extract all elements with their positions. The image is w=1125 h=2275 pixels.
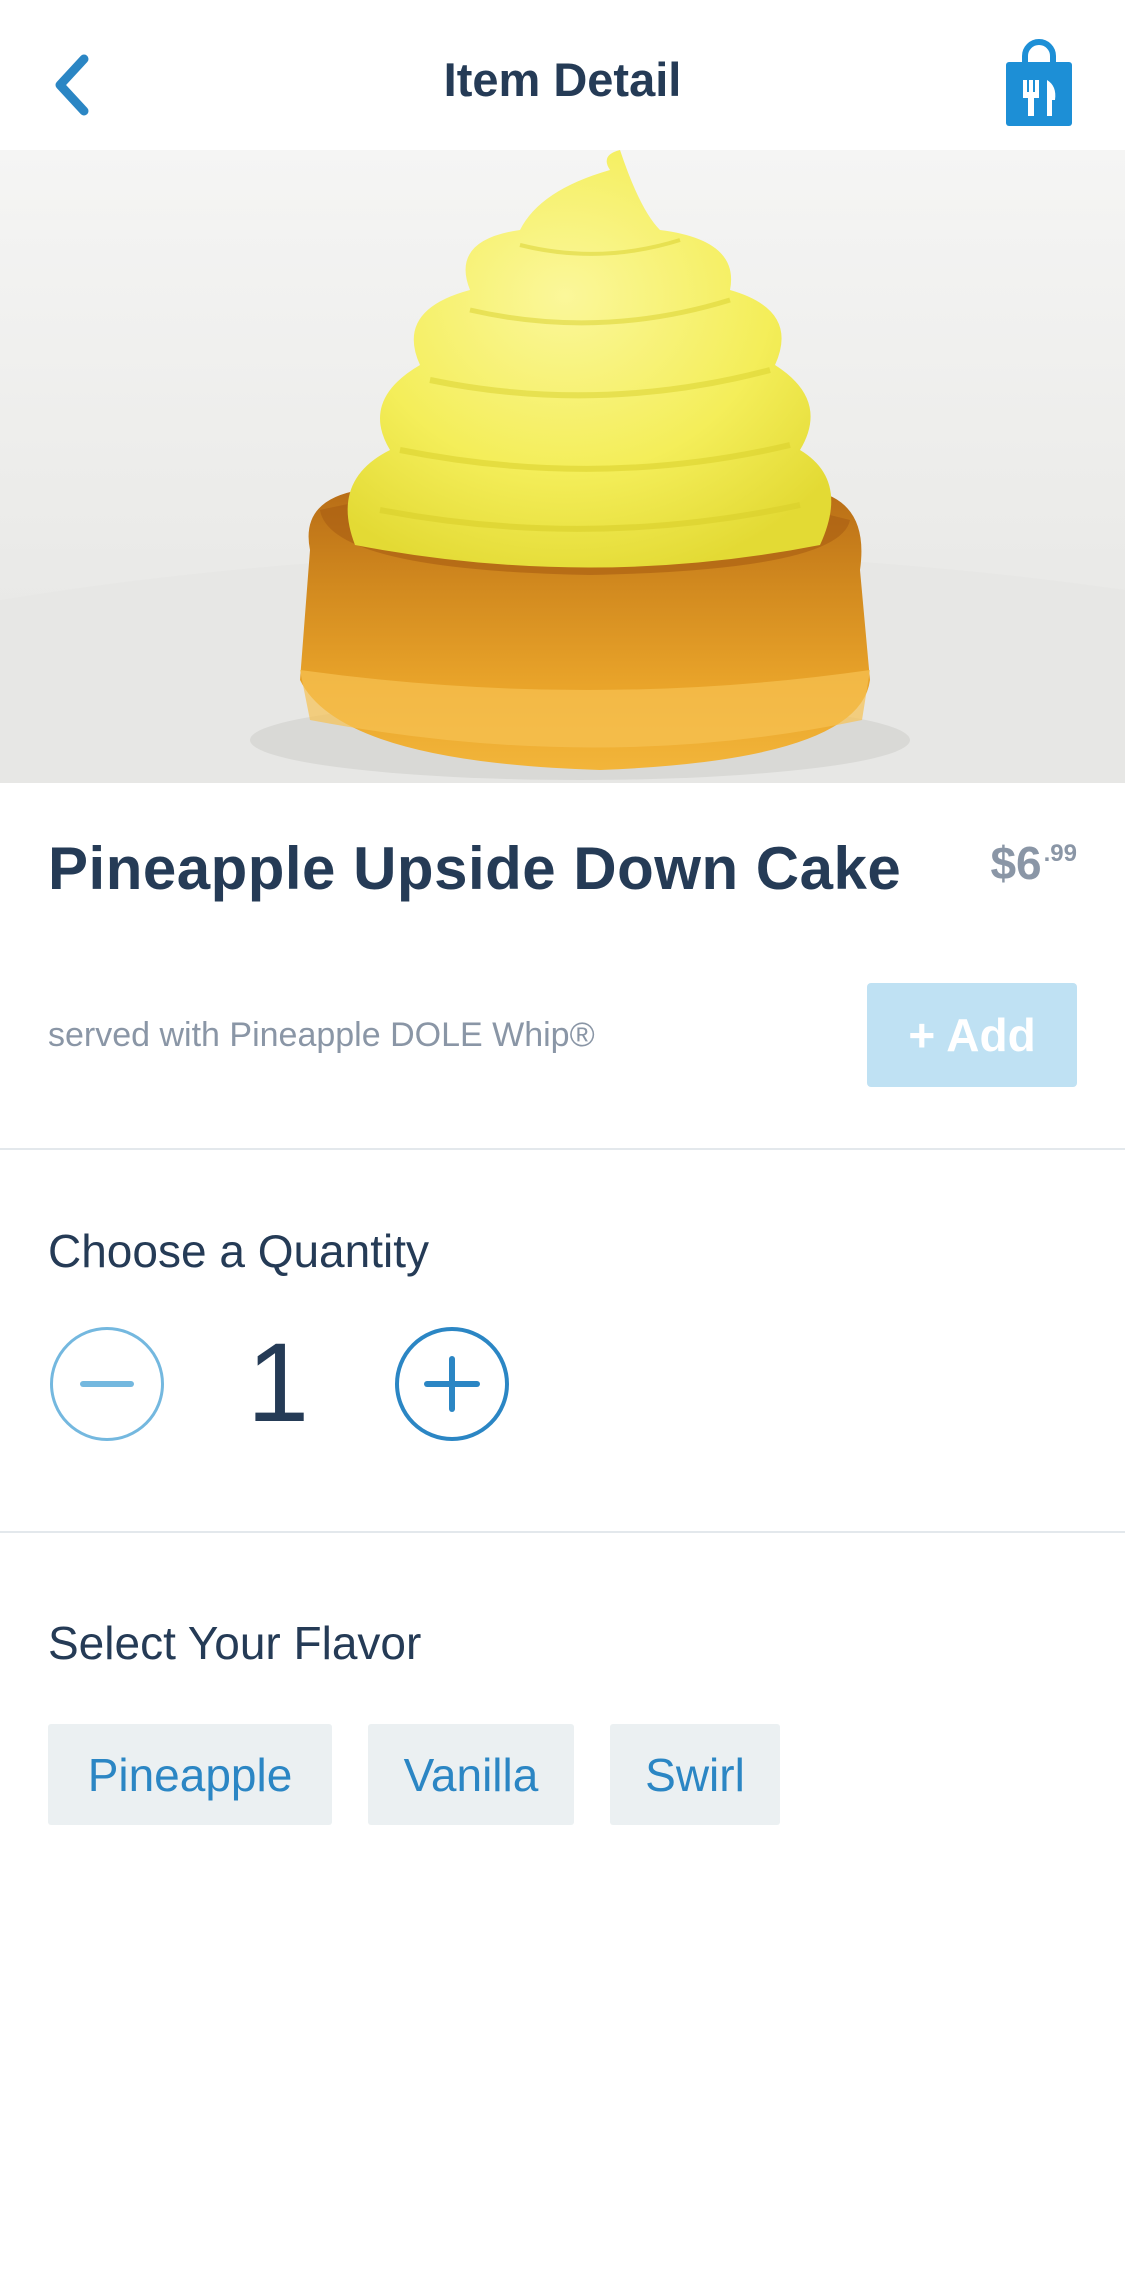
divider xyxy=(0,1148,1125,1150)
price-cents: .99 xyxy=(1043,840,1077,867)
item-description: served with Pineapple DOLE Whip® xyxy=(48,1016,595,1054)
add-button[interactable]: + Add xyxy=(867,983,1077,1087)
plus-circle-icon xyxy=(424,1356,480,1412)
item-name: Pineapple Upside Down Cake xyxy=(48,835,902,902)
app-header: Item Detail xyxy=(0,0,1125,150)
flavor-option-vanilla[interactable]: Vanilla xyxy=(368,1724,574,1825)
item-price: $6.99 xyxy=(990,836,1077,890)
shopping-bag-utensils-icon xyxy=(1006,39,1072,126)
price-dollars: $6 xyxy=(990,837,1042,889)
decrease-quantity-button[interactable] xyxy=(50,1327,164,1441)
flavor-option-pineapple[interactable]: Pineapple xyxy=(48,1724,332,1825)
page-title: Item Detail xyxy=(443,53,682,106)
minus-circle-icon xyxy=(80,1381,134,1387)
quantity-value: 1 xyxy=(246,1320,310,1445)
flavor-option-swirl[interactable]: Swirl xyxy=(610,1724,780,1825)
divider xyxy=(0,1531,1125,1533)
order-bag-button[interactable] xyxy=(1003,38,1075,128)
flavor-label: Select Your Flavor xyxy=(48,1617,422,1669)
quantity-label: Choose a Quantity xyxy=(48,1225,430,1277)
item-photo xyxy=(0,150,1125,783)
increase-quantity-button[interactable] xyxy=(395,1327,509,1441)
